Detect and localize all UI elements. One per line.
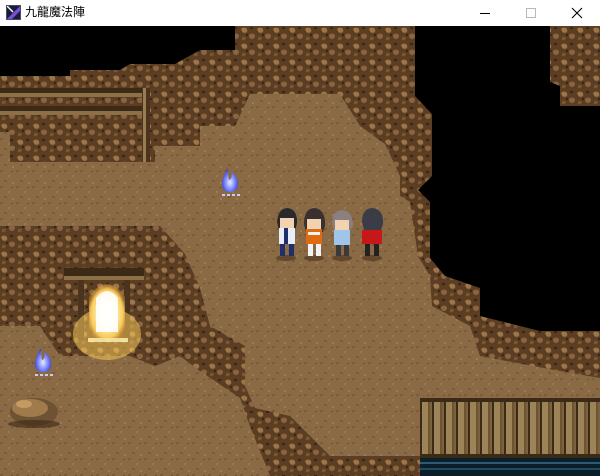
minimize-button[interactable]: [462, 0, 508, 25]
close-icon: [571, 7, 583, 18]
close-button[interactable]: [554, 0, 600, 25]
maximize-icon: [526, 7, 536, 18]
minimize-icon: [480, 12, 490, 14]
window-title: 九龍魔法陣: [25, 5, 86, 19]
game-window: 九龍魔法陣: [0, 0, 600, 476]
title-bar[interactable]: 九龍魔法陣: [0, 0, 600, 25]
maximize-button[interactable]: [508, 0, 554, 25]
cave-scene: [0, 26, 600, 476]
game-viewport[interactable]: [0, 26, 600, 476]
game-app-icon: [6, 5, 21, 20]
